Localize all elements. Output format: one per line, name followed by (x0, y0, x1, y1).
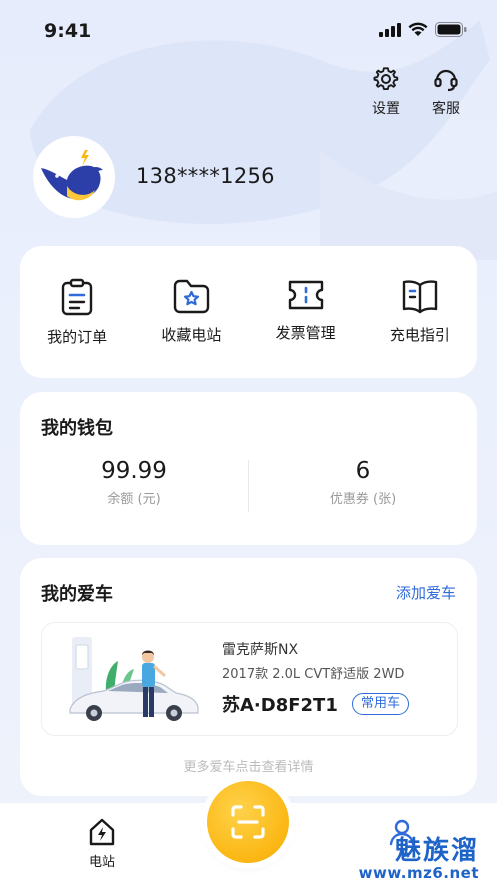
car-name: 雷克萨斯NX (222, 642, 299, 658)
balance-value: 99.99 (101, 458, 167, 484)
watermark: 魅族溜 www.mz6.net (359, 838, 479, 882)
quick-item-favorite-stations[interactable]: 收藏电站 (134, 246, 248, 378)
quick-menu-card: 我的订单 收藏电站 发票管理 充电指引 (20, 246, 477, 378)
add-car-button[interactable]: 添加爱车 (396, 582, 456, 603)
quick-item-label: 充电指引 (389, 326, 450, 344)
ticket-icon (288, 280, 323, 310)
status-time: 9:41 (44, 20, 92, 42)
wallet-card: 我的钱包 99.99 余额 (元) 6 优惠券 (张) (20, 392, 477, 545)
customer-service-button[interactable]: 客服 (421, 66, 471, 118)
wifi-icon (408, 22, 428, 36)
watermark-url: www.mz6.net (358, 864, 479, 882)
car-plate: 苏A·D8F2T1 (222, 695, 338, 716)
quick-item-label: 收藏电站 (161, 326, 222, 344)
watermark-title: 魅族溜 (394, 836, 479, 866)
station-home-bolt-icon (89, 818, 115, 846)
battery-icon (435, 22, 467, 37)
status-bar: 9:41 (0, 0, 497, 60)
gear-icon (373, 67, 399, 91)
coupon-value: 6 (355, 458, 371, 484)
my-cars-card: 我的爱车 添加爱车 雷克萨斯NX 2017款 2.0L CVT舒适版 2WD 苏… (20, 558, 477, 796)
scan-icon (231, 805, 265, 839)
clipboard-list-icon (61, 278, 93, 316)
settings-button[interactable]: 设置 (361, 66, 411, 118)
car-item[interactable]: 雷克萨斯NX 2017款 2.0L CVT舒适版 2WD 苏A·D8F2T1 常… (41, 622, 458, 736)
car-illustration-icon (69, 637, 199, 721)
balance-item[interactable]: 99.99 余额 (元) (20, 458, 248, 507)
balance-label: 余额 (元) (107, 492, 161, 507)
book-guide-icon (402, 280, 438, 314)
more-cars-link[interactable]: 更多爱车点击查看详情 (20, 756, 477, 775)
car-spec: 2017款 2.0L CVT舒适版 2WD (222, 667, 405, 682)
quick-item-charging-guide[interactable]: 充电指引 (363, 246, 477, 378)
quick-item-label: 我的订单 (47, 328, 108, 346)
tab-station[interactable]: 电站 (72, 817, 132, 870)
settings-label: 设置 (372, 101, 400, 117)
customer-service-label: 客服 (432, 101, 460, 117)
headset-icon (434, 69, 458, 92)
folder-star-icon (174, 279, 210, 314)
tab-station-label: 电站 (88, 855, 115, 870)
quick-item-label: 发票管理 (275, 324, 336, 342)
default-car-badge: 常用车 (352, 693, 410, 715)
coupon-item[interactable]: 6 优惠券 (张) (249, 458, 477, 507)
my-cars-title: 我的爱车 (41, 584, 113, 605)
user-phone: 138****1256 (136, 164, 275, 188)
quick-item-my-orders[interactable]: 我的订单 (20, 246, 134, 378)
cellular-signal-icon (379, 22, 401, 37)
avatar[interactable] (33, 136, 115, 218)
wallet-title: 我的钱包 (41, 418, 113, 439)
scan-button[interactable] (207, 781, 289, 863)
quick-item-invoice-management[interactable]: 发票管理 (249, 246, 363, 378)
whale-avatar-icon (41, 150, 103, 201)
coupon-label: 优惠券 (张) (329, 492, 397, 507)
